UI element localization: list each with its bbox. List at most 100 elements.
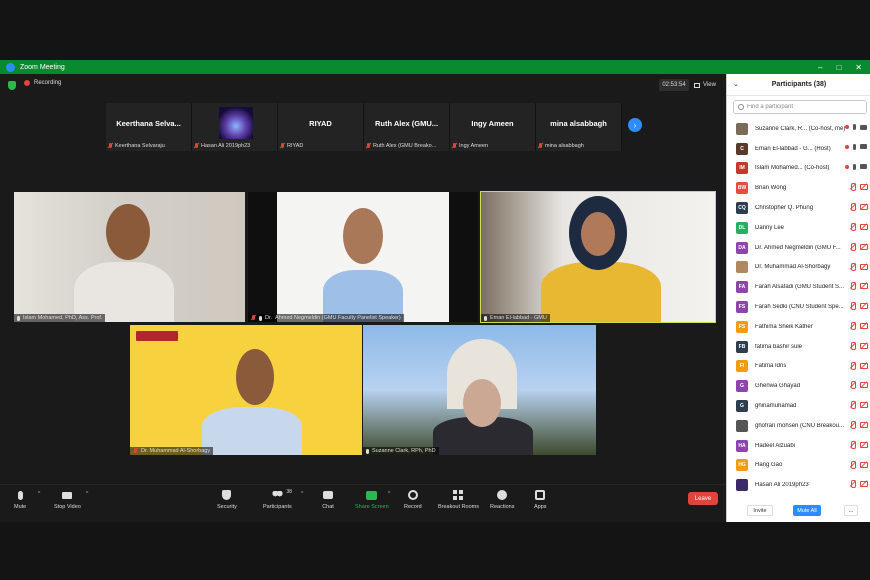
recording-indicator[interactable]: Recording [24, 80, 61, 86]
share-options-caret-icon[interactable]: ^ [388, 491, 390, 497]
microphone-muted-icon[interactable] [849, 321, 856, 330]
microphone-muted-icon[interactable] [849, 480, 856, 489]
video-camera-off-icon[interactable] [860, 203, 868, 211]
invite-button[interactable]: Invite [747, 505, 773, 516]
video-camera-icon[interactable] [860, 124, 867, 130]
collapse-panel-chevron-icon[interactable]: ⌄ [733, 80, 739, 88]
participants-button[interactable]: 38 Participants [263, 489, 292, 510]
participant-row[interactable]: FS Farah Sedki (CNU Student Spe... [727, 297, 870, 317]
participant-row[interactable]: G Ghenwa Ghayad [727, 376, 870, 396]
thumbnail-tile[interactable]: Hasan Ali 2019ph23 [192, 103, 278, 151]
participant-name: Dr. Muhammad Al-Shorbagy [755, 264, 831, 271]
participant-row[interactable]: FA Farah Alsafadi (GMU Student S... [727, 277, 870, 297]
participant-status-icons [849, 321, 868, 330]
participant-row[interactable]: Suzanne Clark, R... (Co-host, me) [727, 119, 870, 139]
video-tile-eman[interactable]: Eman El-labbad - GMU [480, 191, 716, 323]
video-camera-off-icon[interactable] [860, 302, 868, 310]
thumbnail-tile[interactable]: RIYAD RIYAD [278, 103, 364, 151]
video-camera-off-icon[interactable] [860, 282, 868, 290]
video-camera-icon[interactable] [860, 164, 867, 170]
participant-search-box[interactable] [733, 100, 867, 114]
microphone-muted-icon[interactable] [849, 183, 856, 192]
more-options-button[interactable]: ... [844, 505, 858, 516]
video-camera-off-icon[interactable] [860, 342, 868, 349]
participant-row[interactable]: BW Brian Wong [727, 178, 870, 198]
participant-row[interactable]: IM Islam Mohamed... (Co-host) [727, 159, 870, 179]
video-camera-off-icon[interactable] [860, 243, 868, 250]
microphone-muted-icon[interactable] [849, 341, 856, 350]
participant-row[interactable]: DL Danny Lee [727, 218, 870, 238]
next-page-arrow-icon[interactable]: › [628, 118, 642, 132]
microphone-muted-icon[interactable] [849, 302, 856, 311]
record-button[interactable]: Record [404, 489, 422, 510]
video-camera-off-icon[interactable] [860, 322, 868, 329]
leave-button[interactable]: Leave [688, 492, 718, 505]
mute-button[interactable]: Mute [14, 489, 26, 510]
participant-row[interactable]: FS Fathima Sheik Kather [727, 317, 870, 337]
share-screen-button[interactable]: Share Screen [355, 489, 389, 510]
video-tile-muhammad[interactable]: Dr. Muhammad Al-Shorbagy [130, 325, 362, 455]
participant-row[interactable]: FB fatima bashir sule [727, 337, 870, 357]
participant-row[interactable]: DA Dr. Ahmed Negmeldin (GMU F... [727, 238, 870, 258]
thumbnail-tile[interactable]: Keerthana Selva... Keerthana Selvaraju [106, 103, 192, 151]
microphone-muted-icon[interactable] [849, 262, 856, 271]
video-camera-off-icon[interactable] [860, 461, 868, 468]
video-camera-off-icon[interactable] [860, 421, 868, 428]
participant-row[interactable]: C Eman El-labbad - G... (Host) [727, 139, 870, 159]
mute-options-caret-icon[interactable]: ^ [38, 491, 40, 497]
video-tile-suzanne[interactable]: Suzanne Clark, RPh, PhD [363, 325, 596, 455]
video-camera-off-icon[interactable] [860, 223, 868, 230]
microphone-icon[interactable] [853, 143, 856, 150]
breakout-rooms-button[interactable]: Breakout Rooms [438, 489, 479, 510]
video-tile-islam[interactable]: Islam Mohamed, PhD, Ass. Prof. [14, 192, 245, 322]
reactions-button[interactable]: Reactions [490, 489, 514, 510]
video-camera-icon[interactable] [860, 144, 867, 150]
video-camera-off-icon[interactable] [860, 480, 868, 488]
microphone-muted-icon[interactable] [849, 381, 856, 390]
security-shield-icon[interactable] [8, 81, 16, 90]
video-camera-off-icon[interactable] [860, 401, 868, 409]
video-camera-off-icon[interactable] [860, 441, 868, 448]
minimize-icon[interactable]: – [818, 63, 822, 72]
mic-muted-icon [108, 143, 113, 149]
mute-all-button[interactable]: Mute All [793, 505, 821, 516]
microphone-muted-icon[interactable] [849, 203, 856, 212]
participant-row[interactable]: Hasan Ali 2019ph23 [727, 475, 870, 495]
microphone-muted-icon[interactable] [849, 440, 856, 449]
view-button[interactable]: View [694, 79, 716, 91]
participant-row[interactable]: HG Hang Gao [727, 456, 870, 476]
apps-button[interactable]: Apps [534, 489, 547, 510]
microphone-muted-icon[interactable] [849, 242, 856, 251]
microphone-icon[interactable] [853, 124, 856, 130]
security-button[interactable]: Security [217, 489, 237, 510]
microphone-muted-icon[interactable] [849, 282, 856, 291]
microphone-muted-icon[interactable] [849, 361, 856, 370]
microphone-icon[interactable] [853, 163, 856, 170]
thumbnail-tile[interactable]: Ingy Ameen Ingy Ameen [450, 103, 536, 151]
participant-row[interactable]: FI Fatima Idris [727, 357, 870, 377]
video-options-caret-icon[interactable]: ^ [86, 491, 88, 497]
chat-button[interactable]: Chat [322, 489, 334, 510]
participant-row[interactable]: ghofran mohsen (CNU Breakou... [727, 416, 870, 436]
microphone-muted-icon[interactable] [849, 460, 856, 469]
video-camera-off-icon[interactable] [860, 362, 868, 369]
thumbnail-tile[interactable]: Ruth Alex (GMU... Ruth Alex (GMU Breako.… [364, 103, 450, 151]
microphone-icon [14, 489, 26, 501]
stop-video-button[interactable]: Stop Video [54, 489, 81, 510]
microphone-muted-icon[interactable] [849, 401, 856, 410]
participant-row[interactable]: Gghinamuhamad [727, 396, 870, 416]
participant-row[interactable]: Dr. Muhammad Al-Shorbagy [727, 258, 870, 278]
microphone-muted-icon[interactable] [849, 222, 856, 231]
maximize-icon[interactable]: □ [836, 63, 841, 72]
video-camera-off-icon[interactable] [860, 263, 868, 270]
microphone-muted-icon[interactable] [849, 420, 856, 429]
close-icon[interactable]: ✕ [855, 63, 862, 72]
thumbnail-tile[interactable]: mina alsabbagh mina alsabbagh [536, 103, 622, 151]
video-tile-ahmed[interactable]: Dr. Ahmed Negmeldin (GMU Faculty Panelist… [248, 192, 478, 322]
video-camera-off-icon[interactable] [860, 183, 868, 191]
participant-row[interactable]: CQ Christopher Q. Phung [727, 198, 870, 218]
video-camera-off-icon[interactable] [860, 381, 868, 389]
participant-search-input[interactable] [747, 104, 857, 110]
participant-row[interactable]: HA Hadeel Alzuabi [727, 436, 870, 456]
participants-options-caret-icon[interactable]: ^ [301, 491, 303, 497]
